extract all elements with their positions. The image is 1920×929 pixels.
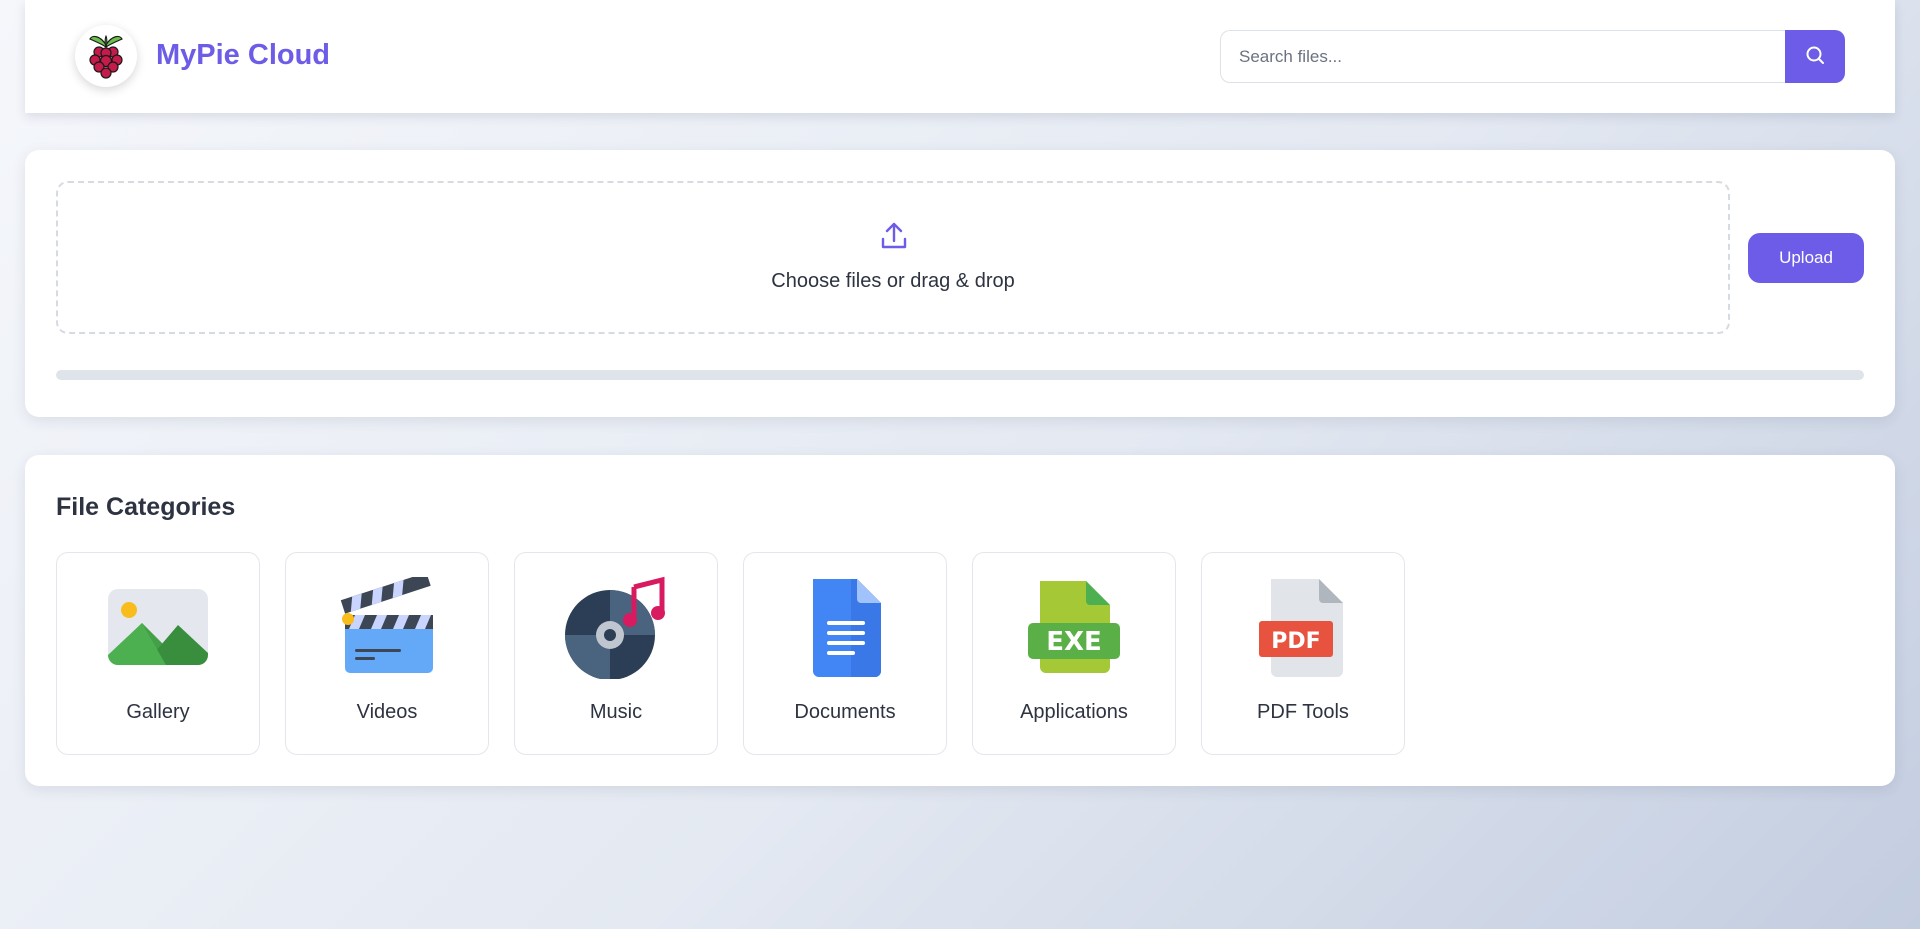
brand-title[interactable]: MyPie Cloud	[156, 37, 330, 73]
category-gallery[interactable]: Gallery	[56, 552, 260, 755]
category-applications[interactable]: EXE Applications	[972, 552, 1176, 755]
category-label: Documents	[794, 701, 896, 723]
dropzone-label: Choose files or drag & drop	[771, 270, 1015, 292]
category-grid: Gallery Videos Music Documents EXE Appli…	[56, 552, 1405, 755]
upload-button[interactable]: Upload	[1748, 233, 1864, 283]
clapperboard-icon	[335, 575, 439, 679]
upload-icon	[880, 221, 908, 251]
pdf-file-icon: PDF	[1251, 575, 1355, 679]
upload-panel: Choose files or drag & drop Upload	[25, 150, 1895, 417]
categories-panel: File Categories Gallery Videos Music Doc…	[25, 455, 1895, 786]
exe-file-icon: EXE	[1022, 575, 1126, 679]
music-disc-icon	[564, 575, 668, 679]
search-input[interactable]	[1220, 30, 1786, 83]
file-dropzone[interactable]: Choose files or drag & drop	[56, 181, 1730, 334]
search-icon	[1805, 45, 1825, 68]
svg-text:PDF: PDF	[1271, 629, 1320, 654]
category-label: Applications	[1020, 701, 1128, 723]
category-label: Gallery	[126, 701, 190, 723]
category-label: PDF Tools	[1257, 701, 1349, 723]
category-pdf-tools[interactable]: PDF PDF Tools	[1201, 552, 1405, 755]
image-icon	[106, 575, 210, 679]
svg-text:EXE: EXE	[1046, 627, 1102, 657]
category-label: Music	[589, 701, 643, 723]
section-title: File Categories	[56, 493, 236, 521]
category-documents[interactable]: Documents	[743, 552, 947, 755]
category-music[interactable]: Music	[514, 552, 718, 755]
raspberry-icon[interactable]	[75, 25, 137, 87]
upload-progress-bar	[56, 370, 1864, 380]
category-label: Videos	[356, 701, 418, 723]
search-button[interactable]	[1785, 30, 1845, 83]
document-icon	[793, 575, 897, 679]
header: MyPie Cloud	[25, 0, 1895, 113]
category-videos[interactable]: Videos	[285, 552, 489, 755]
